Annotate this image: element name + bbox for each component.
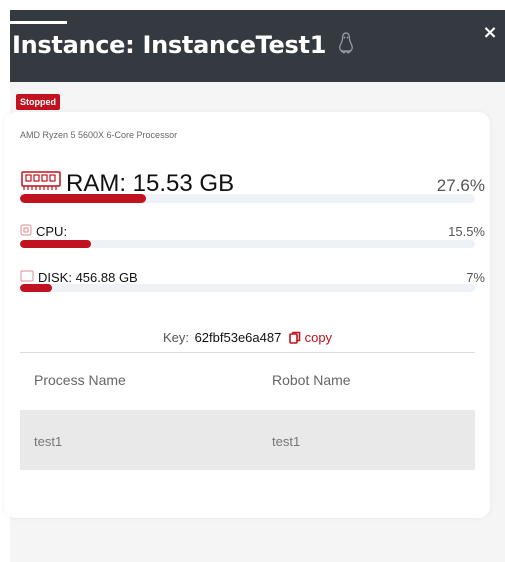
disk-label: DISK: 456.88 GB (20, 270, 138, 285)
cell-process-name: test1 (34, 434, 63, 449)
section-divider (20, 352, 475, 353)
disk-progress-bar (20, 284, 475, 292)
key-value: 62fbf53e6a487 (194, 330, 282, 345)
close-icon[interactable]: × (481, 24, 499, 42)
cpu-percent: 15.5% (448, 224, 485, 239)
cell-robot-name: test1 (272, 434, 301, 449)
ram-progress-fill (20, 194, 146, 203)
linux-tux-icon (338, 32, 354, 60)
process-table-header: Process Name Robot Name (20, 372, 475, 392)
cpu-progress-fill (20, 240, 91, 248)
disk-label-text: DISK: 456.88 GB (38, 270, 138, 285)
copy-label: copy (304, 330, 333, 345)
cpu-label: CPU: (20, 224, 67, 239)
modal-title: Instance: InstanceTest1 (12, 31, 354, 60)
cpu-icon (20, 224, 32, 239)
key-label: Key: (162, 330, 189, 345)
ram-percent: 27.6% (436, 176, 485, 195)
column-header-process-name: Process Name (34, 372, 126, 388)
cpu-progress-bar (20, 240, 475, 248)
modal-title-text: Instance: InstanceTest1 (12, 31, 327, 59)
table-row[interactable]: test1 test1 (20, 410, 475, 470)
status-badge: Stopped (16, 94, 60, 110)
modal-header: Instance: InstanceTest1 × (10, 10, 505, 82)
disk-icon (20, 270, 34, 285)
instance-key-row: Key: 62fbf53e6a487 copy (0, 330, 495, 345)
disk-percent: 7% (466, 270, 485, 285)
cpu-label-text: CPU: (36, 224, 68, 239)
column-header-robot-name: Robot Name (272, 372, 351, 388)
copy-icon (289, 330, 305, 345)
processor-model: AMD Ryzen 5 5600X 6-Core Processor (20, 130, 178, 140)
header-accent-line (10, 21, 67, 24)
disk-progress-fill (20, 284, 52, 292)
copy-key-button[interactable]: copy (289, 330, 332, 345)
ram-progress-bar (20, 194, 475, 203)
